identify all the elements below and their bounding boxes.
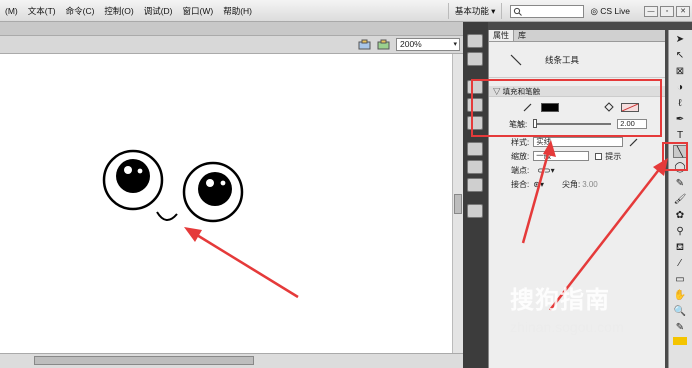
fill-color-tool-swatch[interactable] (673, 337, 687, 345)
scale-row: 缩放: 一般 提示 (489, 149, 665, 163)
menu-modify[interactable]: (M) (0, 6, 23, 16)
menu-control[interactable]: 控制(O) (99, 5, 138, 17)
color-panel-icon[interactable] (467, 34, 483, 48)
close-button[interactable]: ✕ (676, 5, 690, 17)
highlight-line-tool (662, 142, 688, 171)
tab-properties[interactable]: 属性 (489, 30, 514, 41)
menu-window[interactable]: 窗口(W) (178, 5, 219, 17)
hint-checkbox[interactable] (595, 152, 603, 160)
3d-rotation-icon[interactable]: ◑ (673, 81, 687, 94)
code-snippets-icon[interactable] (467, 178, 483, 192)
eraser-tool-icon[interactable]: ▭ (673, 273, 687, 286)
brush-tool-icon[interactable]: 🖌 (673, 193, 687, 206)
eyedropper-tool-icon[interactable]: ⁄ (673, 257, 687, 270)
workspace-switcher[interactable]: 基本功能 ▾ (447, 3, 503, 19)
tools-panel: ➤ ↖ ⊠ ◑ ℓ ✒ T ╲ ◯ ✎ 🖌 ✿ ⚲ ⛾ ⁄ ▭ ✋ 🔍 ✎ (668, 30, 692, 368)
document-tab-strip (0, 22, 463, 36)
scale-label: 缩放: (511, 151, 530, 161)
scroll-thumb[interactable] (454, 194, 462, 214)
style-select[interactable]: 实线 (533, 137, 624, 147)
cap-row: 端点: ⊂⊃▾ (489, 163, 665, 177)
menu-text[interactable]: 文本(T) (23, 5, 61, 17)
cs-live-label: CS Live (600, 5, 630, 16)
hint-label: 提示 (605, 151, 622, 161)
style-label: 样式: (511, 137, 530, 147)
free-transform-icon[interactable]: ⊠ (673, 65, 687, 78)
flash-window: (M) 文本(T) 命令(C) 控制(O) 调试(D) 窗口(W) 帮助(H) … (0, 0, 692, 368)
tool-header: 线条工具 (489, 42, 665, 78)
selection-tool-icon[interactable]: ➤ (673, 33, 687, 46)
history-panel-icon[interactable] (467, 204, 483, 218)
hand-tool-icon[interactable]: ✋ (673, 289, 687, 302)
red-arrow-stage (184, 227, 299, 299)
smile-mouth (156, 211, 178, 221)
menu-bar: (M) 文本(T) 命令(C) 控制(O) 调试(D) 窗口(W) 帮助(H) … (0, 0, 692, 22)
style-row: 样式: 实线 (489, 135, 665, 149)
scale-select[interactable]: 一般 (533, 151, 590, 161)
right-eye (182, 161, 244, 223)
search-input[interactable] (510, 4, 585, 18)
watermark: 搜狗指南 zhinan.sogou.com (510, 280, 624, 335)
search-icon (514, 7, 523, 16)
stroke-color-tool-icon[interactable]: ✎ (673, 321, 687, 334)
join-label: 接合: (511, 179, 530, 189)
menu-right-group: 基本功能 ▾ ◎ CS Live — ▫ ✕ (447, 0, 692, 22)
cs-live-icon: ◎ (590, 5, 601, 16)
menu-debug[interactable]: 调试(D) (139, 5, 178, 17)
join-row: 接合: ⊛▾ 尖角: 3.00 (489, 177, 665, 191)
edit-stroke-style-icon[interactable] (629, 137, 639, 147)
highlight-fill-stroke (471, 79, 662, 137)
zoom-select[interactable]: 200% ▾ (396, 38, 460, 51)
stage-vertical-scrollbar[interactable] (452, 54, 463, 353)
drawing (102, 149, 299, 299)
tab-library[interactable]: 库 (514, 30, 530, 41)
zoom-tool-icon[interactable]: 🔍 (673, 305, 687, 318)
left-eye (102, 149, 164, 211)
components-panel-icon[interactable] (467, 142, 483, 156)
cs-live-button[interactable]: ◎ CS Live (590, 6, 630, 17)
menu-help[interactable]: 帮助(H) (218, 5, 257, 17)
join-icon[interactable]: ⊛▾ (533, 180, 544, 189)
zoom-value: 200% (400, 39, 422, 49)
watermark-url: zhinan.sogou.com (510, 319, 624, 335)
motion-presets-icon[interactable] (467, 160, 483, 174)
scroll-thumb-h[interactable] (34, 356, 254, 365)
lasso-tool-icon[interactable]: ℓ (673, 97, 687, 110)
edit-scene-icon[interactable] (358, 39, 372, 51)
edit-symbols-icon[interactable] (377, 39, 391, 51)
miter-label: 尖角: (561, 179, 581, 189)
menu-commands[interactable]: 命令(C) (61, 5, 100, 17)
bone-tool-icon[interactable]: ⚲ (673, 225, 687, 238)
text-tool-icon[interactable]: T (673, 129, 687, 142)
stage-horizontal-scrollbar[interactable] (0, 353, 463, 368)
paint-bucket-tool-icon[interactable]: ⛾ (673, 241, 687, 254)
stage-toolbar (0, 36, 463, 54)
miter-value: 3.00 (582, 179, 598, 189)
watermark-title: 搜狗指南 (510, 287, 610, 314)
line-tool-icon (510, 54, 522, 65)
swatches-panel-icon[interactable] (467, 52, 483, 66)
minimize-button[interactable]: — (644, 5, 658, 17)
deco-tool-icon[interactable]: ✿ (673, 209, 687, 222)
chevron-down-icon: ▾ (453, 41, 457, 48)
cap-label: 端点: (511, 165, 530, 175)
stage-canvas[interactable] (0, 54, 452, 353)
subselection-tool-icon[interactable]: ↖ (673, 49, 687, 62)
tool-name: 线条工具 (545, 54, 580, 65)
pencil-tool-icon[interactable]: ✎ (673, 177, 687, 190)
cap-icon[interactable]: ⊂⊃▾ (537, 166, 554, 175)
pen-tool-icon[interactable]: ✒ (673, 113, 687, 126)
properties-tabs: 属性 库 (489, 30, 665, 42)
restore-button[interactable]: ▫ (660, 5, 674, 17)
